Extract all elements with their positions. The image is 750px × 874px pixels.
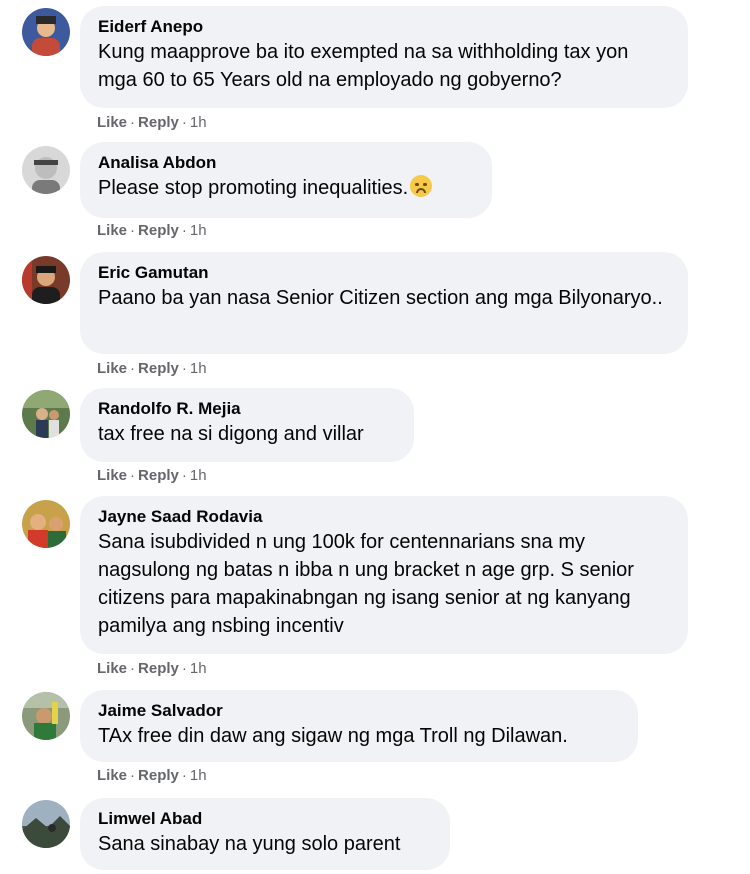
comment-text: Sana sinabay na yung solo parent: [98, 833, 401, 855]
reply-link[interactable]: Reply: [138, 222, 179, 239]
comment-bubble: Limwel Abad Sana sinabay na yung solo pa…: [80, 798, 450, 870]
comment-actions: Like · Reply · 1h: [97, 222, 207, 240]
like-link[interactable]: Like: [97, 767, 127, 784]
avatar[interactable]: [22, 692, 70, 740]
reply-link[interactable]: Reply: [138, 467, 179, 484]
avatar[interactable]: [22, 800, 70, 848]
comment-time[interactable]: 1h: [190, 222, 207, 239]
reply-link[interactable]: Reply: [138, 360, 179, 377]
comment-text: Please stop promoting inequalities.: [98, 174, 474, 202]
separator: ·: [181, 222, 187, 239]
separator: ·: [130, 467, 136, 484]
separator: ·: [181, 767, 187, 784]
sad-face-emoji-icon: [410, 175, 433, 197]
comment-time[interactable]: 1h: [190, 467, 207, 484]
comment-text: Paano ba yan nasa Senior Citizen section…: [98, 287, 663, 309]
reply-link[interactable]: Reply: [138, 660, 179, 677]
comment-bubble: Randolfo R. Mejia tax free na si digong …: [80, 388, 414, 462]
comment-time[interactable]: 1h: [190, 114, 207, 131]
comment-actions: Like · Reply · 1h: [97, 114, 207, 132]
like-link[interactable]: Like: [97, 660, 127, 677]
reply-link[interactable]: Reply: [138, 767, 179, 784]
comment-actions: Like · Reply · 1h: [97, 660, 207, 678]
comment-text: TAx free din daw ang sigaw ng mga Troll …: [98, 725, 568, 747]
comment-author[interactable]: Jayne Saad Rodavia: [98, 506, 670, 528]
like-link[interactable]: Like: [97, 222, 127, 239]
comment-bubble: Jayne Saad Rodavia Sana isubdivided n un…: [80, 496, 688, 654]
separator: ·: [181, 360, 187, 377]
reply-link[interactable]: Reply: [138, 114, 179, 131]
comment-text: Kung maapprove ba ito exempted na sa wit…: [98, 41, 629, 91]
comment-author[interactable]: Randolfo R. Mejia: [98, 398, 396, 420]
comment-actions: Like · Reply · 1h: [97, 767, 207, 785]
comment-author[interactable]: Eiderf Anepo: [98, 16, 670, 38]
like-link[interactable]: Like: [97, 360, 127, 377]
comment-text: tax free na si digong and villar: [98, 423, 364, 445]
separator: ·: [181, 660, 187, 677]
comment-bubble: Jaime Salvador TAx free din daw ang siga…: [80, 690, 638, 762]
comment-bubble: Eiderf Anepo Kung maapprove ba ito exemp…: [80, 6, 688, 108]
comment-text-content: Please stop promoting inequalities.: [98, 177, 409, 199]
separator: ·: [130, 222, 136, 239]
separator: ·: [130, 114, 136, 131]
comment-author[interactable]: Jaime Salvador: [98, 700, 620, 722]
comment-bubble: Analisa Abdon Please stop promoting ineq…: [80, 142, 492, 218]
comment-author[interactable]: Analisa Abdon: [98, 152, 474, 174]
comment-author[interactable]: Eric Gamutan: [98, 262, 670, 284]
comment-time[interactable]: 1h: [190, 360, 207, 377]
like-link[interactable]: Like: [97, 467, 127, 484]
avatar[interactable]: [22, 8, 70, 56]
comment-time[interactable]: 1h: [190, 767, 207, 784]
comment-bubble: Eric Gamutan Paano ba yan nasa Senior Ci…: [80, 252, 688, 354]
avatar[interactable]: [22, 256, 70, 304]
avatar[interactable]: [22, 390, 70, 438]
separator: ·: [130, 360, 136, 377]
comment-time[interactable]: 1h: [190, 660, 207, 677]
comment-text: Sana isubdivided n ung 100k for centenna…: [98, 531, 634, 637]
avatar[interactable]: [22, 146, 70, 194]
comment-author[interactable]: Limwel Abad: [98, 808, 432, 830]
separator: ·: [130, 660, 136, 677]
separator: ·: [181, 467, 187, 484]
separator: ·: [130, 767, 136, 784]
comment-actions: Like · Reply · 1h: [97, 360, 207, 378]
comment-actions: Like · Reply · 1h: [97, 467, 207, 485]
separator: ·: [181, 114, 187, 131]
like-link[interactable]: Like: [97, 114, 127, 131]
avatar[interactable]: [22, 500, 70, 548]
